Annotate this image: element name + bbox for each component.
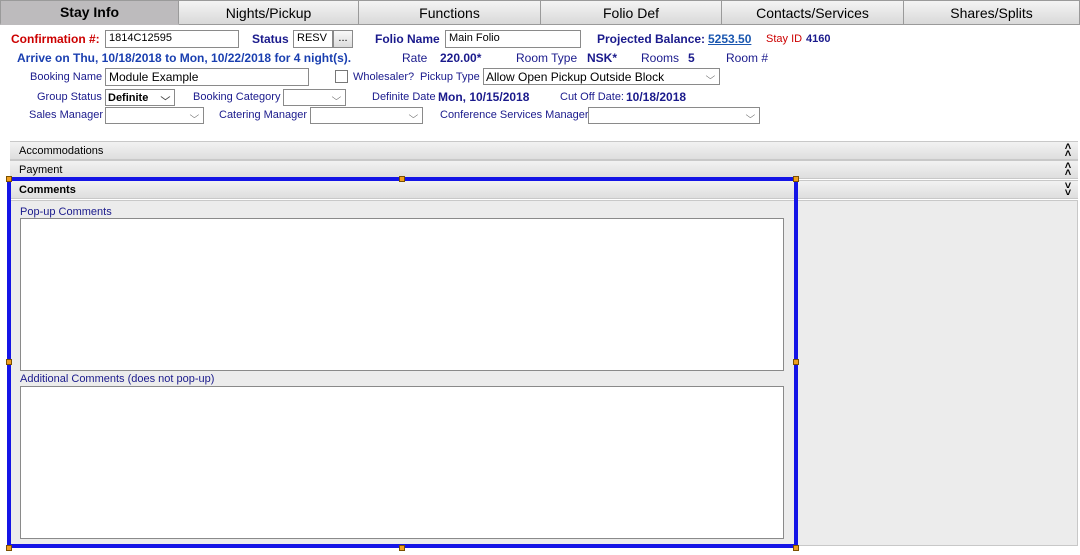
- tab-functions[interactable]: Functions: [359, 0, 541, 25]
- accommodations-title: Accommodations: [19, 144, 104, 157]
- payment-panel-header[interactable]: Payment ˄ ˄: [10, 160, 1078, 179]
- wholesaler-label: Wholesaler?: [353, 71, 415, 83]
- definite-date-value: Mon, 10/15/2018: [438, 90, 530, 104]
- conference-manager-select[interactable]: ⌵: [588, 107, 760, 124]
- definite-date-label: Definite Date: [372, 91, 436, 103]
- tab-nights-pickup[interactable]: Nights/Pickup: [179, 0, 359, 25]
- additional-comments-textarea[interactable]: [20, 386, 784, 539]
- popup-comments-label: Pop-up Comments: [20, 206, 112, 218]
- room-type-label: Room Type: [516, 51, 578, 65]
- group-status-select[interactable]: Definite ⌵: [105, 89, 175, 106]
- resize-handle[interactable]: [793, 545, 799, 551]
- cutoff-date-label: Cut Off Date:: [560, 91, 624, 103]
- pickup-type-value: Allow Open Pickup Outside Block: [486, 69, 665, 84]
- rooms-value: 5: [688, 51, 695, 65]
- stay-id-value: 4160: [806, 33, 831, 45]
- chevron-down-icon: ⌵: [705, 71, 716, 81]
- chevron-down-icon: ⌵: [745, 110, 756, 120]
- pickup-type-select[interactable]: Allow Open Pickup Outside Block ⌵: [483, 68, 720, 85]
- resize-handle[interactable]: [793, 359, 799, 365]
- confirmation-label: Confirmation #:: [11, 32, 100, 46]
- payment-title: Payment: [19, 163, 63, 176]
- chevron-down-icon: ⌵: [160, 92, 171, 102]
- room-type-value: NSK*: [587, 51, 618, 65]
- tab-shares-splits[interactable]: Shares/Splits: [904, 0, 1080, 25]
- booking-category-select[interactable]: ⌵: [283, 89, 346, 106]
- tab-stay-info[interactable]: Stay Info: [0, 0, 179, 25]
- stay-id-label: Stay ID: [766, 33, 803, 45]
- popup-comments-textarea[interactable]: [20, 218, 784, 371]
- cutoff-date-value: 10/18/2018: [626, 90, 687, 104]
- resize-handle[interactable]: [6, 545, 12, 551]
- resize-handle[interactable]: [399, 545, 405, 551]
- sales-manager-label: Sales Manager: [29, 109, 103, 121]
- projected-balance-link[interactable]: 5253.50: [708, 32, 751, 46]
- wholesaler-checkbox[interactable]: [335, 70, 348, 83]
- resize-handle[interactable]: [399, 176, 405, 182]
- conference-manager-label: Conference Services Manager: [440, 109, 589, 121]
- folio-name-field[interactable]: Main Folio: [445, 30, 581, 48]
- chevron-down-icon: ⌵: [189, 110, 200, 120]
- projected-balance-label: Projected Balance:: [597, 32, 706, 46]
- tab-folio-def[interactable]: Folio Def: [541, 0, 722, 25]
- confirmation-field[interactable]: 1814C12595: [105, 30, 239, 48]
- catering-manager-label: Catering Manager: [219, 109, 308, 121]
- group-status-label: Group Status: [37, 91, 102, 103]
- booking-category-label: Booking Category: [193, 91, 281, 103]
- status-field[interactable]: RESV: [293, 30, 333, 48]
- resize-handle[interactable]: [6, 359, 12, 365]
- arrival-summary: Arrive on Thu, 10/18/2018 to Mon, 10/22/…: [17, 51, 352, 65]
- double-chevron-up-icon[interactable]: ˄ ˄: [1058, 141, 1078, 159]
- double-chevron-down-icon[interactable]: ˅ ˅: [1058, 180, 1078, 198]
- rooms-label: Rooms: [641, 51, 680, 65]
- double-chevron-up-icon[interactable]: ˄ ˄: [1058, 160, 1078, 178]
- rate-label: Rate: [402, 51, 428, 65]
- catering-manager-select[interactable]: ⌵: [310, 107, 423, 124]
- additional-comments-label: Additional Comments (does not pop-up): [20, 373, 215, 385]
- chevron-down-icon: ⌵: [331, 92, 342, 102]
- tab-bar: Stay Info Nights/Pickup Functions Folio …: [0, 0, 1080, 25]
- folio-name-label: Folio Name: [375, 32, 440, 46]
- tab-contacts-services[interactable]: Contacts/Services: [722, 0, 904, 25]
- comments-panel-header[interactable]: Comments ˅ ˅: [10, 180, 1078, 199]
- rate-value: 220.00*: [440, 51, 482, 65]
- resize-handle[interactable]: [793, 176, 799, 182]
- group-status-value: Definite: [108, 91, 149, 104]
- status-lookup-button[interactable]: ...: [333, 30, 353, 48]
- accommodations-panel-header[interactable]: Accommodations ˄ ˄: [10, 141, 1078, 160]
- sales-manager-select[interactable]: ⌵: [105, 107, 204, 124]
- chevron-down-icon: ⌵: [408, 110, 419, 120]
- pickup-type-label: Pickup Type: [420, 71, 480, 83]
- booking-name-field[interactable]: Module Example: [105, 68, 309, 86]
- comments-title: Comments: [19, 183, 76, 196]
- resize-handle[interactable]: [6, 176, 12, 182]
- room-number-label: Room #: [726, 51, 769, 65]
- status-label: Status: [252, 32, 289, 46]
- booking-name-label: Booking Name: [30, 71, 103, 83]
